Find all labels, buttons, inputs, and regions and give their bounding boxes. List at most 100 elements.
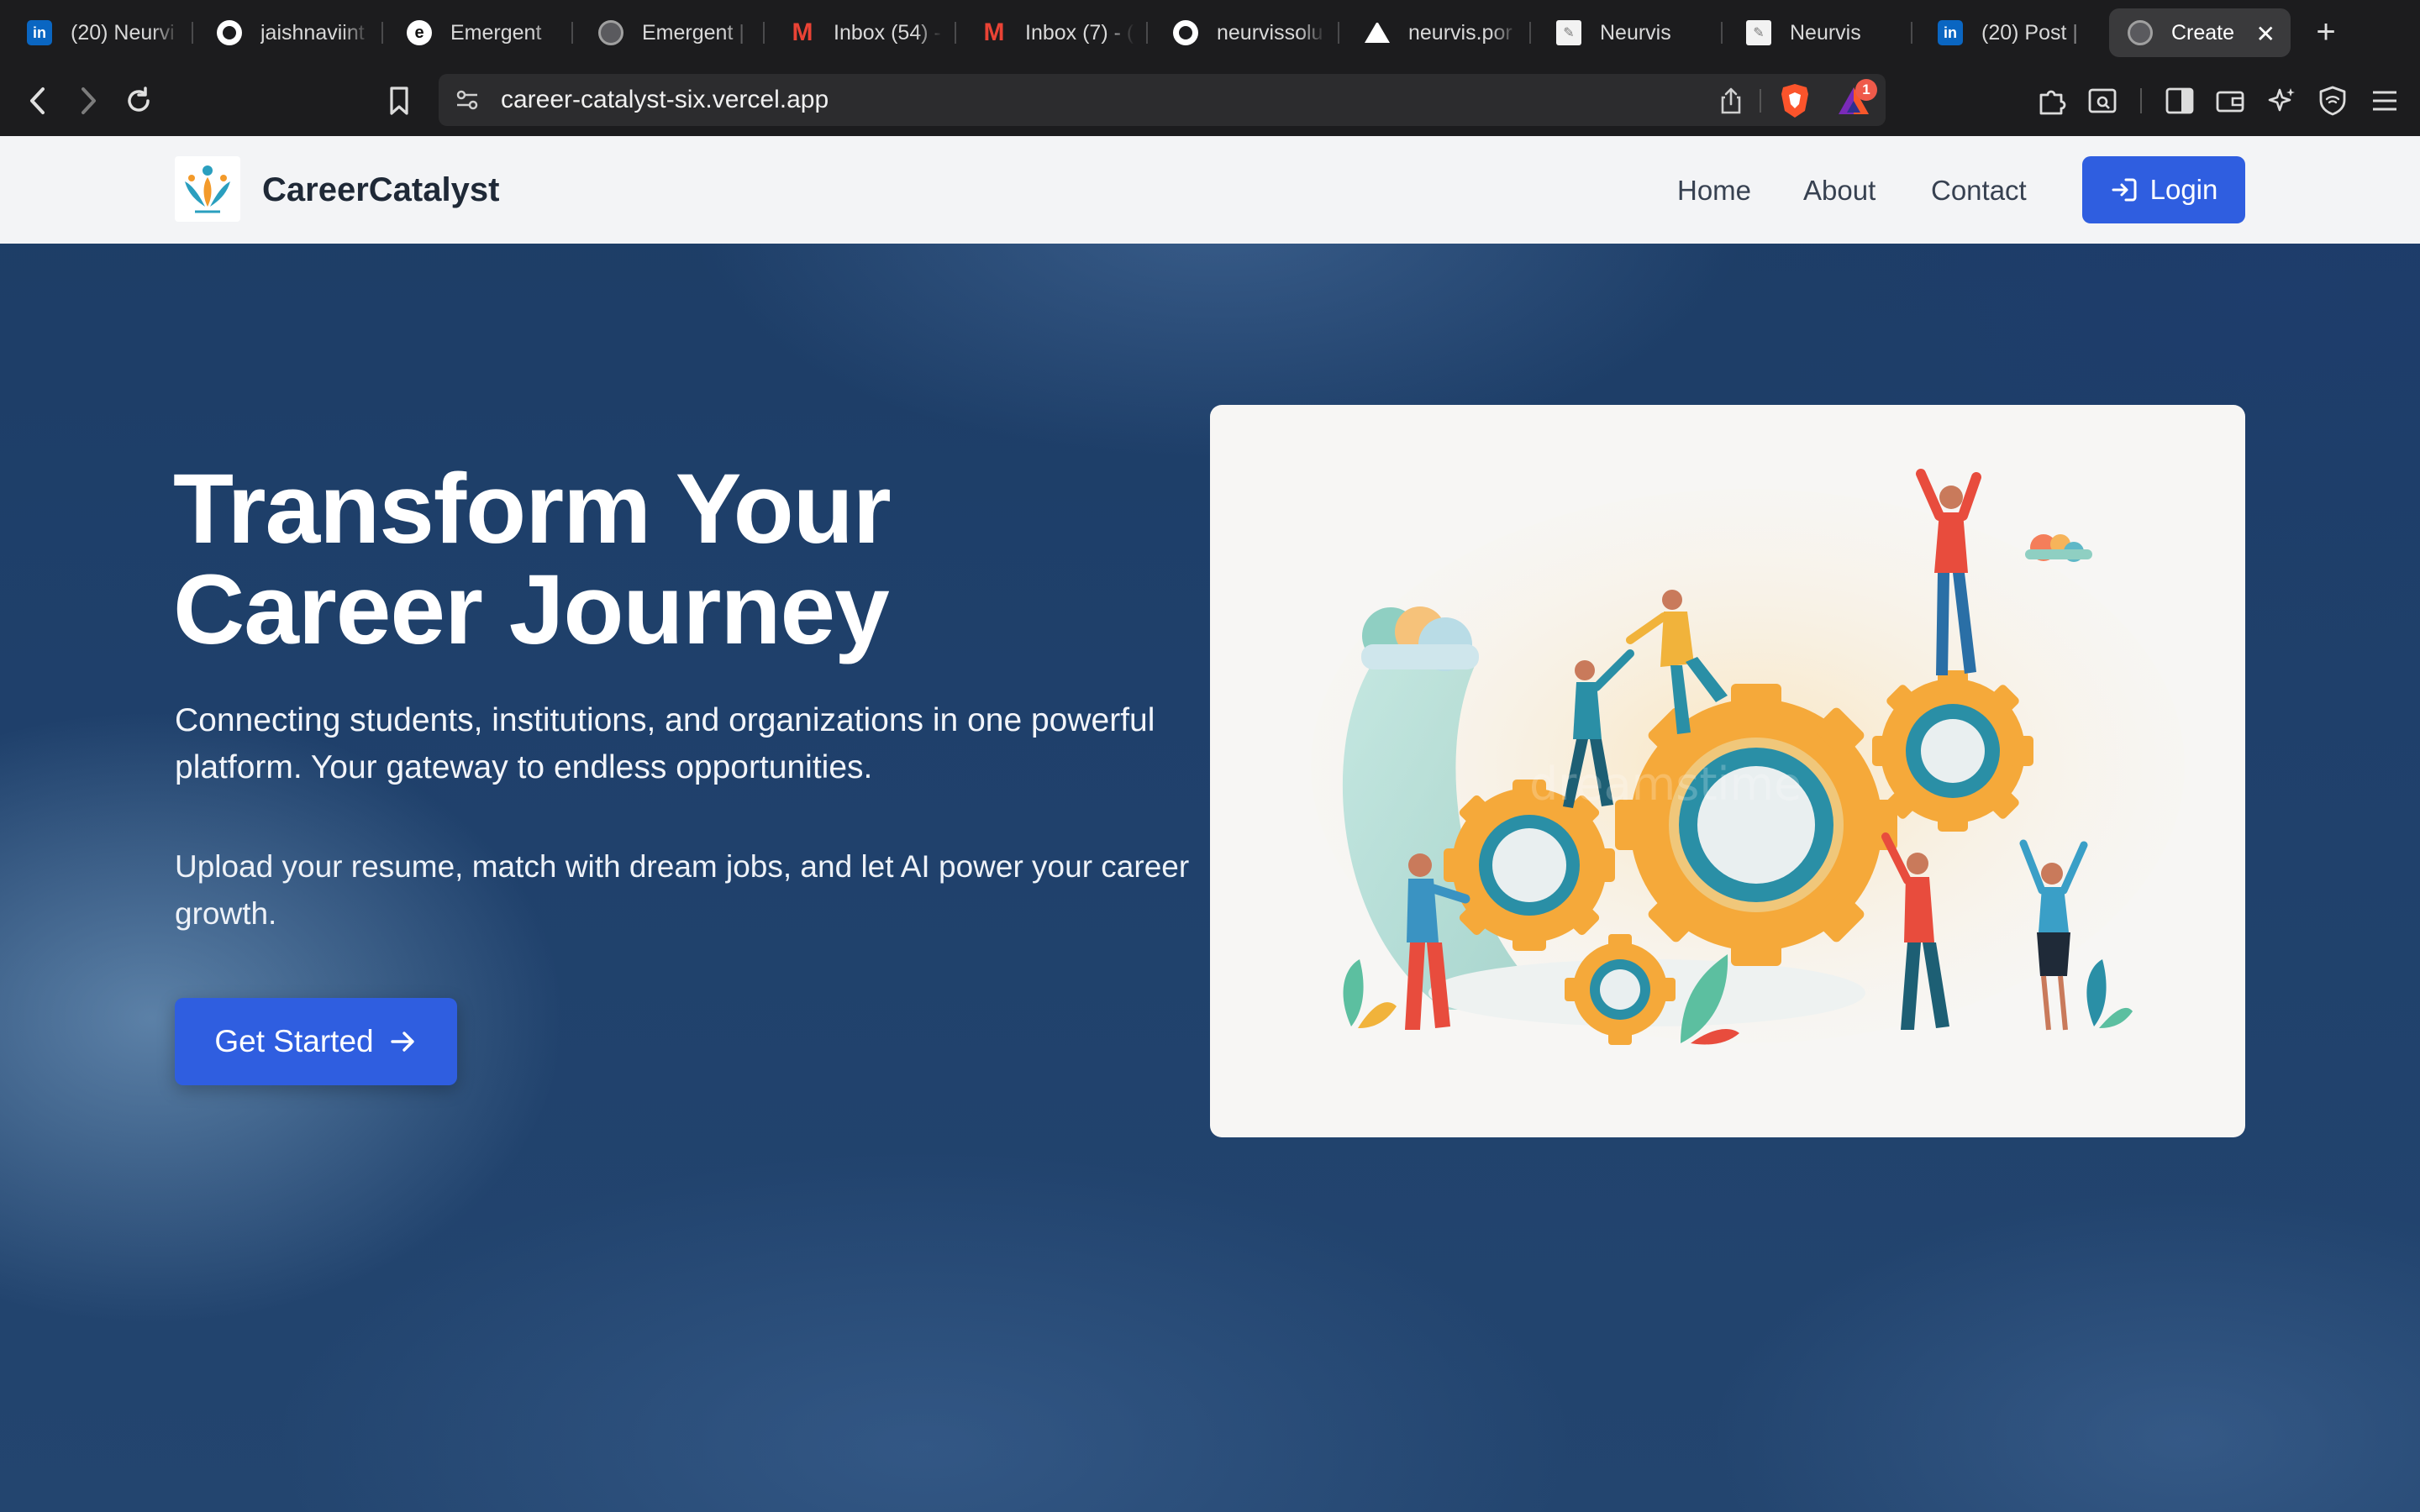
browser-tab-active[interactable]: Create ✕ (2109, 8, 2291, 57)
reload-icon (128, 87, 150, 112)
forward-button[interactable] (69, 67, 108, 134)
tab-title: Neurvis (1790, 20, 1861, 45)
site-navbar: CareerCatalyst Home About Contact Login (0, 136, 2420, 244)
browser-tab[interactable]: ✎ Neurvis (1538, 8, 1723, 57)
page-viewport: CareerCatalyst Home About Contact Login … (0, 136, 2420, 1512)
get-started-button[interactable]: Get Started (175, 998, 457, 1085)
brand-name[interactable]: CareerCatalyst (262, 171, 499, 209)
brand-logo[interactable] (175, 156, 240, 222)
hero-description: Upload your resume, match with dream job… (175, 849, 1190, 931)
gmail-icon: M (792, 18, 813, 46)
github-icon (1173, 20, 1198, 45)
reload-button[interactable] (119, 67, 158, 134)
extensions-button[interactable] (2032, 67, 2072, 134)
watermark-text: dreamstime (1529, 758, 1802, 811)
browser-tab[interactable]: neurvis.por (1346, 8, 1531, 57)
puzzle-icon (2039, 90, 2066, 115)
tab-separator (381, 22, 383, 44)
login-label: Login (2149, 174, 2218, 205)
brave-shields-icon[interactable] (1778, 82, 1812, 119)
browser-tab[interactable]: M Inbox (7) - ( (963, 8, 1148, 57)
cloud-right (2025, 534, 2092, 562)
menu-button[interactable] (2365, 67, 2405, 134)
vercel-icon (1365, 23, 1390, 43)
nav-contact-link[interactable]: Contact (1931, 175, 2027, 207)
hero-subtitle: Connecting students, institutions, and o… (175, 702, 1155, 785)
wallet-button[interactable] (2210, 67, 2250, 134)
gmail-icon: M (983, 18, 1005, 46)
sidebar-icon (2165, 87, 2194, 114)
neurvis-icon: ✎ (1556, 20, 1581, 45)
nav-home-link[interactable]: Home (1677, 175, 1751, 207)
hero-title-line: Transform Your (173, 454, 892, 564)
neurvis-icon: ✎ (1746, 20, 1771, 45)
browser-tab[interactable]: neurvissolu (1155, 8, 1339, 57)
bookmark-icon (390, 87, 408, 115)
address-bar[interactable]: career-catalyst-six.vercel.app 1 (439, 74, 1886, 126)
close-tab-icon[interactable]: ✕ (2256, 20, 2275, 48)
tab-separator (955, 22, 956, 44)
url-text[interactable]: career-catalyst-six.vercel.app (501, 86, 829, 114)
share-icon[interactable] (1716, 86, 1746, 116)
nav-about-link[interactable]: About (1803, 175, 1876, 207)
tab-title: neurvis.por (1408, 20, 1512, 45)
shield-icon (2319, 86, 2346, 116)
tab-separator (1146, 22, 1148, 44)
browser-tab[interactable]: e Emergent (388, 8, 573, 57)
browser-tab[interactable]: M Inbox (54) - (771, 8, 956, 57)
page-search-icon (2088, 88, 2117, 113)
tab-title: Inbox (54) - (834, 20, 941, 45)
browser-tab[interactable]: jaishnaviint (198, 8, 383, 57)
globe-icon (2128, 20, 2153, 45)
tab-separator (571, 22, 573, 44)
tab-separator (763, 22, 765, 44)
tab-separator (1529, 22, 1531, 44)
hero-title-line: Career Journey (173, 554, 890, 665)
gear-large (1615, 684, 1897, 966)
sidebar-button[interactable] (2160, 67, 2200, 134)
linkedin-icon: in (1938, 20, 1963, 45)
browser-tab[interactable]: in (20) Neurvi (8, 8, 193, 57)
leo-ai-button[interactable] (2262, 67, 2302, 134)
tab-title: Emergent | (642, 20, 744, 45)
back-button[interactable] (18, 67, 57, 134)
tab-title: Inbox (7) - ( (1025, 20, 1134, 45)
teamwork-gears-illustration: dreamstime (1311, 469, 2185, 1045)
tab-title: jaishnaviint (260, 20, 365, 45)
get-started-label: Get Started (214, 1024, 374, 1058)
browser-tab[interactable]: Emergent | (580, 8, 765, 57)
plant-left (1343, 959, 1397, 1028)
hero-illustration-card: dreamstime (1210, 405, 2245, 1137)
tab-title: (20) Post | (1981, 20, 2078, 45)
plant-right (2086, 959, 2133, 1028)
tab-separator (1721, 22, 1723, 44)
linkedin-icon: in (27, 20, 52, 45)
login-button[interactable]: Login (2082, 156, 2245, 223)
brave-rewards-icon[interactable]: 1 (1835, 79, 1877, 118)
github-icon (217, 20, 242, 45)
site-settings-icon[interactable] (450, 84, 484, 116)
emergent-icon: e (407, 20, 432, 45)
new-tab-button[interactable]: + (2309, 13, 2343, 52)
hero-title: Transform Your Career Journey (173, 454, 892, 665)
tab-separator (1338, 22, 1339, 44)
vpn-button[interactable] (2312, 67, 2353, 134)
divider (1760, 89, 1761, 113)
globe-icon (598, 20, 623, 45)
login-icon (2112, 178, 2137, 202)
tab-separator (1911, 22, 1912, 44)
tab-title: Neurvis (1600, 20, 1671, 45)
browser-tab[interactable]: in (20) Post | (1919, 8, 2104, 57)
browser-toolbar: career-catalyst-six.vercel.app 1 (0, 67, 2420, 136)
browser-tab[interactable]: ✎ Neurvis (1728, 8, 1912, 57)
bookmark-button[interactable] (380, 67, 418, 134)
tab-title: (20) Neurvi (71, 20, 175, 45)
page-search-button[interactable] (2082, 67, 2123, 134)
sparkle-icon (2268, 88, 2295, 112)
browser-tab-strip: in (20) Neurvi jaishnaviint e Emergent E… (0, 0, 2420, 67)
arrow-right-icon (390, 1032, 414, 1052)
tab-title: neurvissolu (1217, 20, 1323, 45)
tab-separator (192, 22, 193, 44)
gear-right (1872, 670, 2033, 832)
rewards-badge: 1 (1855, 79, 1877, 101)
